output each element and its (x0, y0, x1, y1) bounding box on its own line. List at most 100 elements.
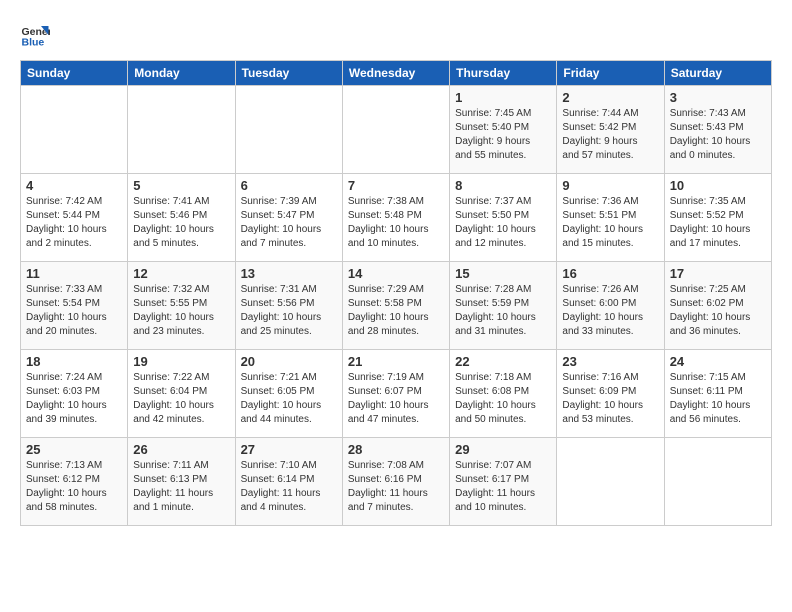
day-number: 29 (455, 442, 551, 457)
calendar-cell: 1 Sunrise: 7:45 AM Sunset: 5:40 PM Daylig… (450, 86, 557, 174)
day-number: 21 (348, 354, 444, 369)
day-number: 9 (562, 178, 658, 193)
day-info: Sunrise: 7:21 AM Sunset: 6:05 PM Dayligh… (241, 371, 337, 427)
day-info: Sunrise: 7:15 AM Sunset: 6:11 PM Dayligh… (670, 371, 766, 427)
day-info: Sunrise: 7:29 AM Sunset: 5:58 PM Dayligh… (348, 283, 444, 339)
day-number: 18 (26, 354, 122, 369)
day-number: 1 (455, 90, 551, 105)
day-number: 3 (670, 90, 766, 105)
calendar-cell: 22 Sunrise: 7:18 AM Sunset: 6:08 PM Dayli… (450, 350, 557, 438)
calendar-cell (664, 438, 771, 526)
calendar-cell: 14 Sunrise: 7:29 AM Sunset: 5:58 PM Dayli… (342, 262, 449, 350)
day-number: 25 (26, 442, 122, 457)
calendar-cell: 28 Sunrise: 7:08 AM Sunset: 6:16 PM Dayli… (342, 438, 449, 526)
day-number: 6 (241, 178, 337, 193)
day-info: Sunrise: 7:43 AM Sunset: 5:43 PM Dayligh… (670, 107, 766, 163)
day-number: 10 (670, 178, 766, 193)
day-info: Sunrise: 7:42 AM Sunset: 5:44 PM Dayligh… (26, 195, 122, 251)
header-row: SundayMondayTuesdayWednesdayThursdayFrid… (21, 61, 772, 86)
header-day-monday: Monday (128, 61, 235, 86)
calendar-cell (235, 86, 342, 174)
day-number: 14 (348, 266, 444, 281)
calendar-week-1: 1 Sunrise: 7:45 AM Sunset: 5:40 PM Daylig… (21, 86, 772, 174)
day-info: Sunrise: 7:33 AM Sunset: 5:54 PM Dayligh… (26, 283, 122, 339)
day-number: 24 (670, 354, 766, 369)
calendar-week-5: 25 Sunrise: 7:13 AM Sunset: 6:12 PM Dayli… (21, 438, 772, 526)
calendar-cell: 3 Sunrise: 7:43 AM Sunset: 5:43 PM Daylig… (664, 86, 771, 174)
calendar-table: SundayMondayTuesdayWednesdayThursdayFrid… (20, 60, 772, 526)
day-number: 2 (562, 90, 658, 105)
calendar-cell: 23Sunrise: 7:16 AM Sunset: 6:09 PM Dayli… (557, 350, 664, 438)
day-info: Sunrise: 7:45 AM Sunset: 5:40 PM Dayligh… (455, 107, 551, 163)
calendar-week-2: 4Sunrise: 7:42 AM Sunset: 5:44 PM Daylig… (21, 174, 772, 262)
calendar-cell: 25 Sunrise: 7:13 AM Sunset: 6:12 PM Dayli… (21, 438, 128, 526)
calendar-cell: 16 Sunrise: 7:26 AM Sunset: 6:00 PM Dayli… (557, 262, 664, 350)
day-info: Sunrise: 7:07 AM Sunset: 6:17 PM Dayligh… (455, 459, 551, 515)
day-info: Sunrise: 7:22 AM Sunset: 6:04 PM Dayligh… (133, 371, 229, 427)
day-number: 13 (241, 266, 337, 281)
calendar-cell: 4Sunrise: 7:42 AM Sunset: 5:44 PM Daylig… (21, 174, 128, 262)
calendar-cell: 8 Sunrise: 7:37 AM Sunset: 5:50 PM Daylig… (450, 174, 557, 262)
calendar-cell: 15 Sunrise: 7:28 AM Sunset: 5:59 PM Dayli… (450, 262, 557, 350)
calendar-cell: 20Sunrise: 7:21 AM Sunset: 6:05 PM Dayli… (235, 350, 342, 438)
logo-icon: General Blue (20, 20, 50, 50)
day-number: 5 (133, 178, 229, 193)
calendar-week-3: 11 Sunrise: 7:33 AM Sunset: 5:54 PM Dayli… (21, 262, 772, 350)
day-number: 26 (133, 442, 229, 457)
logo: General Blue (20, 20, 58, 50)
day-number: 12 (133, 266, 229, 281)
calendar-cell: 5 Sunrise: 7:41 AM Sunset: 5:46 PM Daylig… (128, 174, 235, 262)
calendar-cell: 11 Sunrise: 7:33 AM Sunset: 5:54 PM Dayli… (21, 262, 128, 350)
day-number: 28 (348, 442, 444, 457)
calendar-cell: 21Sunrise: 7:19 AM Sunset: 6:07 PM Dayli… (342, 350, 449, 438)
day-info: Sunrise: 7:26 AM Sunset: 6:00 PM Dayligh… (562, 283, 658, 339)
calendar-body: 1 Sunrise: 7:45 AM Sunset: 5:40 PM Daylig… (21, 86, 772, 526)
calendar-cell: 19 Sunrise: 7:22 AM Sunset: 6:04 PM Dayli… (128, 350, 235, 438)
calendar-cell (21, 86, 128, 174)
day-info: Sunrise: 7:36 AM Sunset: 5:51 PM Dayligh… (562, 195, 658, 251)
day-info: Sunrise: 7:10 AM Sunset: 6:14 PM Dayligh… (241, 459, 337, 515)
header-day-thursday: Thursday (450, 61, 557, 86)
day-info: Sunrise: 7:37 AM Sunset: 5:50 PM Dayligh… (455, 195, 551, 251)
day-info: Sunrise: 7:11 AM Sunset: 6:13 PM Dayligh… (133, 459, 229, 515)
calendar-cell: 26 Sunrise: 7:11 AM Sunset: 6:13 PM Dayli… (128, 438, 235, 526)
day-info: Sunrise: 7:08 AM Sunset: 6:16 PM Dayligh… (348, 459, 444, 515)
day-info: Sunrise: 7:39 AM Sunset: 5:47 PM Dayligh… (241, 195, 337, 251)
calendar-cell: 24 Sunrise: 7:15 AM Sunset: 6:11 PM Dayli… (664, 350, 771, 438)
day-number: 22 (455, 354, 551, 369)
day-number: 15 (455, 266, 551, 281)
header-day-friday: Friday (557, 61, 664, 86)
day-info: Sunrise: 7:25 AM Sunset: 6:02 PM Dayligh… (670, 283, 766, 339)
day-number: 19 (133, 354, 229, 369)
calendar-cell (557, 438, 664, 526)
day-number: 11 (26, 266, 122, 281)
day-info: Sunrise: 7:35 AM Sunset: 5:52 PM Dayligh… (670, 195, 766, 251)
day-number: 16 (562, 266, 658, 281)
calendar-cell: 18 Sunrise: 7:24 AM Sunset: 6:03 PM Dayli… (21, 350, 128, 438)
day-number: 7 (348, 178, 444, 193)
day-number: 8 (455, 178, 551, 193)
day-info: Sunrise: 7:38 AM Sunset: 5:48 PM Dayligh… (348, 195, 444, 251)
header-day-sunday: Sunday (21, 61, 128, 86)
day-info: Sunrise: 7:18 AM Sunset: 6:08 PM Dayligh… (455, 371, 551, 427)
svg-text:Blue: Blue (22, 37, 45, 49)
calendar-cell: 6 Sunrise: 7:39 AM Sunset: 5:47 PM Daylig… (235, 174, 342, 262)
calendar-header: SundayMondayTuesdayWednesdayThursdayFrid… (21, 61, 772, 86)
calendar-cell: 12 Sunrise: 7:32 AM Sunset: 5:55 PM Dayli… (128, 262, 235, 350)
header-day-tuesday: Tuesday (235, 61, 342, 86)
calendar-cell: 13 Sunrise: 7:31 AM Sunset: 5:56 PM Dayli… (235, 262, 342, 350)
page-header: General Blue (20, 20, 772, 50)
header-day-wednesday: Wednesday (342, 61, 449, 86)
header-day-saturday: Saturday (664, 61, 771, 86)
day-info: Sunrise: 7:28 AM Sunset: 5:59 PM Dayligh… (455, 283, 551, 339)
day-info: Sunrise: 7:41 AM Sunset: 5:46 PM Dayligh… (133, 195, 229, 251)
day-info: Sunrise: 7:31 AM Sunset: 5:56 PM Dayligh… (241, 283, 337, 339)
day-info: Sunrise: 7:13 AM Sunset: 6:12 PM Dayligh… (26, 459, 122, 515)
day-info: Sunrise: 7:24 AM Sunset: 6:03 PM Dayligh… (26, 371, 122, 427)
calendar-cell: 27Sunrise: 7:10 AM Sunset: 6:14 PM Dayli… (235, 438, 342, 526)
day-info: Sunrise: 7:44 AM Sunset: 5:42 PM Dayligh… (562, 107, 658, 163)
calendar-cell (128, 86, 235, 174)
calendar-cell (342, 86, 449, 174)
day-info: Sunrise: 7:32 AM Sunset: 5:55 PM Dayligh… (133, 283, 229, 339)
calendar-cell: 10 Sunrise: 7:35 AM Sunset: 5:52 PM Dayli… (664, 174, 771, 262)
